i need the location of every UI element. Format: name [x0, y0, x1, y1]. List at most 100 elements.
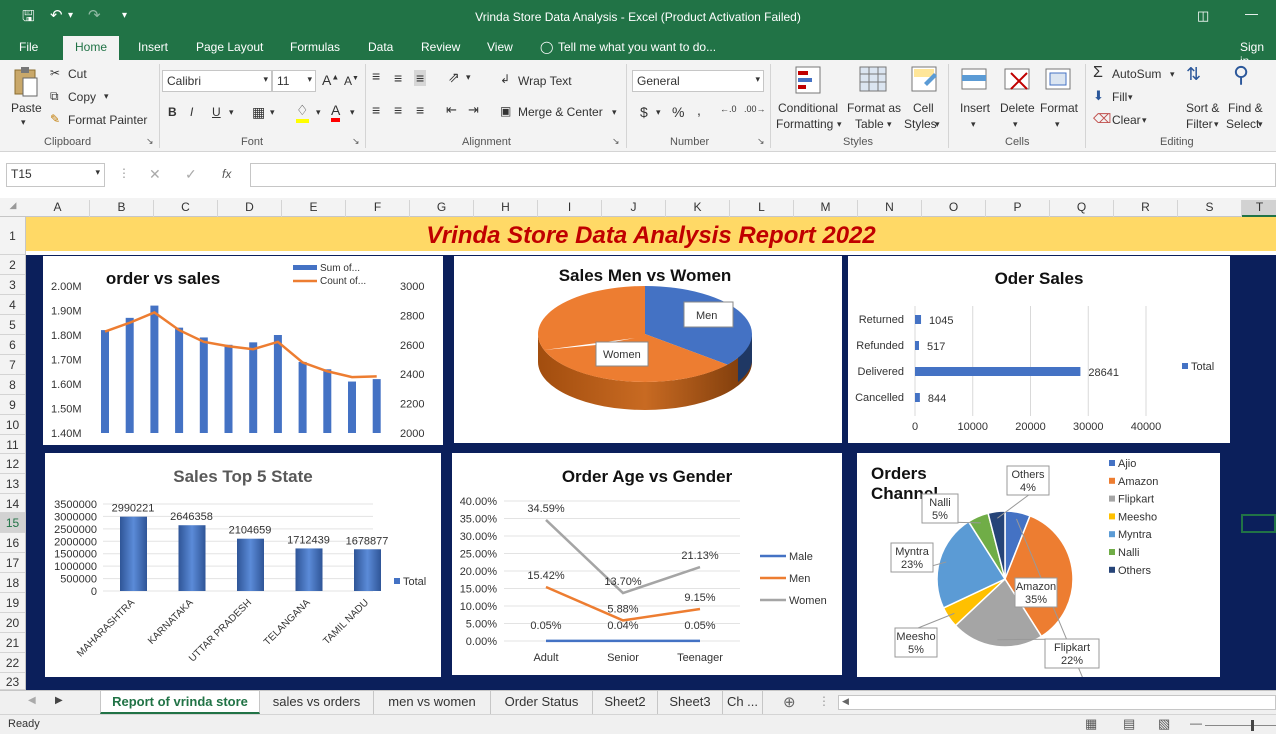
- minimize-icon[interactable]: —: [1245, 6, 1258, 21]
- copy-button[interactable]: Copy: [68, 90, 96, 104]
- copy-dropdown-icon[interactable]: ▾: [104, 91, 109, 102]
- column-header[interactable]: D: [218, 200, 282, 217]
- row-header[interactable]: 8: [0, 375, 25, 395]
- tab-page-layout[interactable]: Page Layout: [196, 40, 263, 54]
- decrease-decimal-icon[interactable]: .00→: [744, 104, 766, 114]
- row-header[interactable]: 19: [0, 593, 25, 613]
- font-name-select[interactable]: Calibri ▾: [162, 70, 272, 92]
- tab-data[interactable]: Data: [368, 40, 393, 54]
- column-header[interactable]: A: [26, 200, 90, 217]
- borders-dropdown-icon[interactable]: ▾: [270, 107, 275, 118]
- align-bottom-icon[interactable]: ≡: [414, 70, 427, 86]
- bold-button[interactable]: B: [168, 105, 177, 119]
- fill-color-dropdown-icon[interactable]: ▾: [316, 107, 321, 118]
- row-header[interactable]: 7: [0, 355, 25, 375]
- sheet-tab[interactable]: Order Status: [491, 691, 593, 714]
- wrap-text-button[interactable]: Wrap Text: [518, 74, 572, 88]
- zoom-slider[interactable]: [1205, 725, 1276, 726]
- align-top-icon[interactable]: ≡: [372, 68, 380, 84]
- chart-age-gender[interactable]: Order Age vs Gender 40.00% 35.00% 30.00% 25…: [452, 453, 842, 675]
- row-header[interactable]: 12: [0, 454, 25, 474]
- tab-home[interactable]: Home: [63, 36, 120, 60]
- comma-button[interactable]: ,: [697, 102, 701, 118]
- font-launcher-icon[interactable]: ↘: [352, 136, 360, 147]
- decrease-indent-icon[interactable]: ⇤: [446, 102, 457, 118]
- sheet-tab[interactable]: men vs women: [374, 691, 491, 714]
- paste-button[interactable]: Paste: [11, 101, 42, 115]
- tab-review[interactable]: Review: [421, 40, 460, 54]
- fill-button[interactable]: Fill: [1112, 90, 1127, 104]
- column-header[interactable]: L: [730, 200, 794, 217]
- format-painter-button[interactable]: Format Painter: [68, 113, 147, 127]
- number-launcher-icon[interactable]: ↘: [757, 136, 765, 147]
- format-cells-button[interactable]: Format: [1040, 101, 1078, 115]
- row-header[interactable]: 4: [0, 295, 25, 315]
- normal-view-icon[interactable]: ▦: [1085, 716, 1097, 732]
- column-header[interactable]: N: [858, 200, 922, 217]
- sheet-tab[interactable]: Report of vrinda store: [100, 691, 260, 714]
- sort-filter-label2[interactable]: Filter: [1186, 117, 1213, 131]
- sort-filter-button[interactable]: Sort &: [1186, 101, 1219, 115]
- row-header[interactable]: 9: [0, 395, 25, 415]
- borders-icon[interactable]: ▦: [252, 104, 265, 121]
- column-header[interactable]: I: [538, 200, 602, 217]
- column-header[interactable]: E: [282, 200, 346, 217]
- row-header[interactable]: 18: [0, 573, 25, 593]
- delete-cells-button[interactable]: Delete: [1000, 101, 1035, 115]
- align-middle-icon[interactable]: ≡: [394, 70, 402, 86]
- chart-orders-channel[interactable]: Orders Channel Ajio6%AjioAmazon35%Amazon…: [857, 453, 1220, 677]
- insert-function-button[interactable]: fx: [222, 167, 231, 181]
- font-color-icon[interactable]: A: [331, 102, 341, 122]
- sheet-tab[interactable]: Sheet3: [658, 691, 723, 714]
- row-header[interactable]: 5: [0, 315, 25, 335]
- conditional-formatting-button[interactable]: Conditional: [778, 101, 838, 115]
- enter-icon[interactable]: ✓: [185, 166, 197, 183]
- decrease-font-icon[interactable]: A▼: [344, 74, 359, 88]
- column-header[interactable]: M: [794, 200, 858, 217]
- row-header[interactable]: 10: [0, 415, 25, 435]
- font-color-dropdown-icon[interactable]: ▾: [350, 107, 355, 118]
- clear-button[interactable]: Clear: [1112, 113, 1141, 127]
- zoom-slider-thumb[interactable]: [1251, 720, 1254, 731]
- insert-cells-button[interactable]: Insert: [960, 101, 990, 115]
- column-header[interactable]: R: [1114, 200, 1178, 217]
- currency-dropdown-icon[interactable]: ▾: [656, 107, 661, 118]
- percent-button[interactable]: %: [672, 104, 684, 120]
- increase-font-icon[interactable]: A▲: [322, 72, 339, 88]
- row-header[interactable]: 3: [0, 275, 25, 295]
- chart-order-vs-sales[interactable]: order vs sales 2.00M 1.90M 1.80M 1.70M 1.60M…: [43, 256, 443, 445]
- cancel-icon[interactable]: ✕: [149, 166, 161, 183]
- row-header[interactable]: 21: [0, 633, 25, 653]
- tell-me-search[interactable]: Tell me what you want to do...: [558, 40, 716, 54]
- find-select-button[interactable]: Find &: [1228, 101, 1263, 115]
- paste-dropdown-icon[interactable]: ▾: [21, 117, 26, 128]
- scroll-left-icon[interactable]: ◀: [28, 695, 36, 706]
- zoom-out-icon[interactable]: —: [1190, 716, 1202, 730]
- fill-color-icon[interactable]: ♢: [296, 102, 309, 123]
- row-header[interactable]: 17: [0, 553, 25, 573]
- sheet-tab[interactable]: sales vs orders: [260, 691, 374, 714]
- conditional-formatting-label2[interactable]: Formatting: [776, 117, 833, 131]
- tab-file[interactable]: File: [19, 40, 38, 54]
- orientation-dropdown-icon[interactable]: ▾: [466, 72, 471, 83]
- column-header[interactable]: B: [90, 200, 154, 217]
- number-format-select[interactable]: General ▾: [632, 70, 764, 92]
- selected-cell-t15[interactable]: [1241, 514, 1276, 533]
- column-header[interactable]: O: [922, 200, 986, 217]
- merge-dropdown-icon[interactable]: ▾: [612, 107, 617, 118]
- align-left-icon[interactable]: ≡: [372, 102, 380, 118]
- tab-view[interactable]: View: [487, 40, 513, 54]
- row-header[interactable]: 23: [0, 673, 25, 690]
- column-header[interactable]: T: [1242, 200, 1276, 217]
- scroll-right-icon[interactable]: ▶: [55, 695, 63, 706]
- row-header[interactable]: 15: [0, 513, 25, 533]
- select-all-icon[interactable]: ◢: [0, 200, 26, 211]
- italic-button[interactable]: I: [190, 105, 193, 119]
- page-layout-view-icon[interactable]: ▤: [1123, 716, 1135, 732]
- orientation-icon[interactable]: ⇗: [448, 69, 460, 86]
- underline-dropdown-icon[interactable]: ▾: [229, 107, 234, 118]
- column-header[interactable]: P: [986, 200, 1050, 217]
- column-header[interactable]: C: [154, 200, 218, 217]
- tab-insert[interactable]: Insert: [138, 40, 168, 54]
- column-header[interactable]: J: [602, 200, 666, 217]
